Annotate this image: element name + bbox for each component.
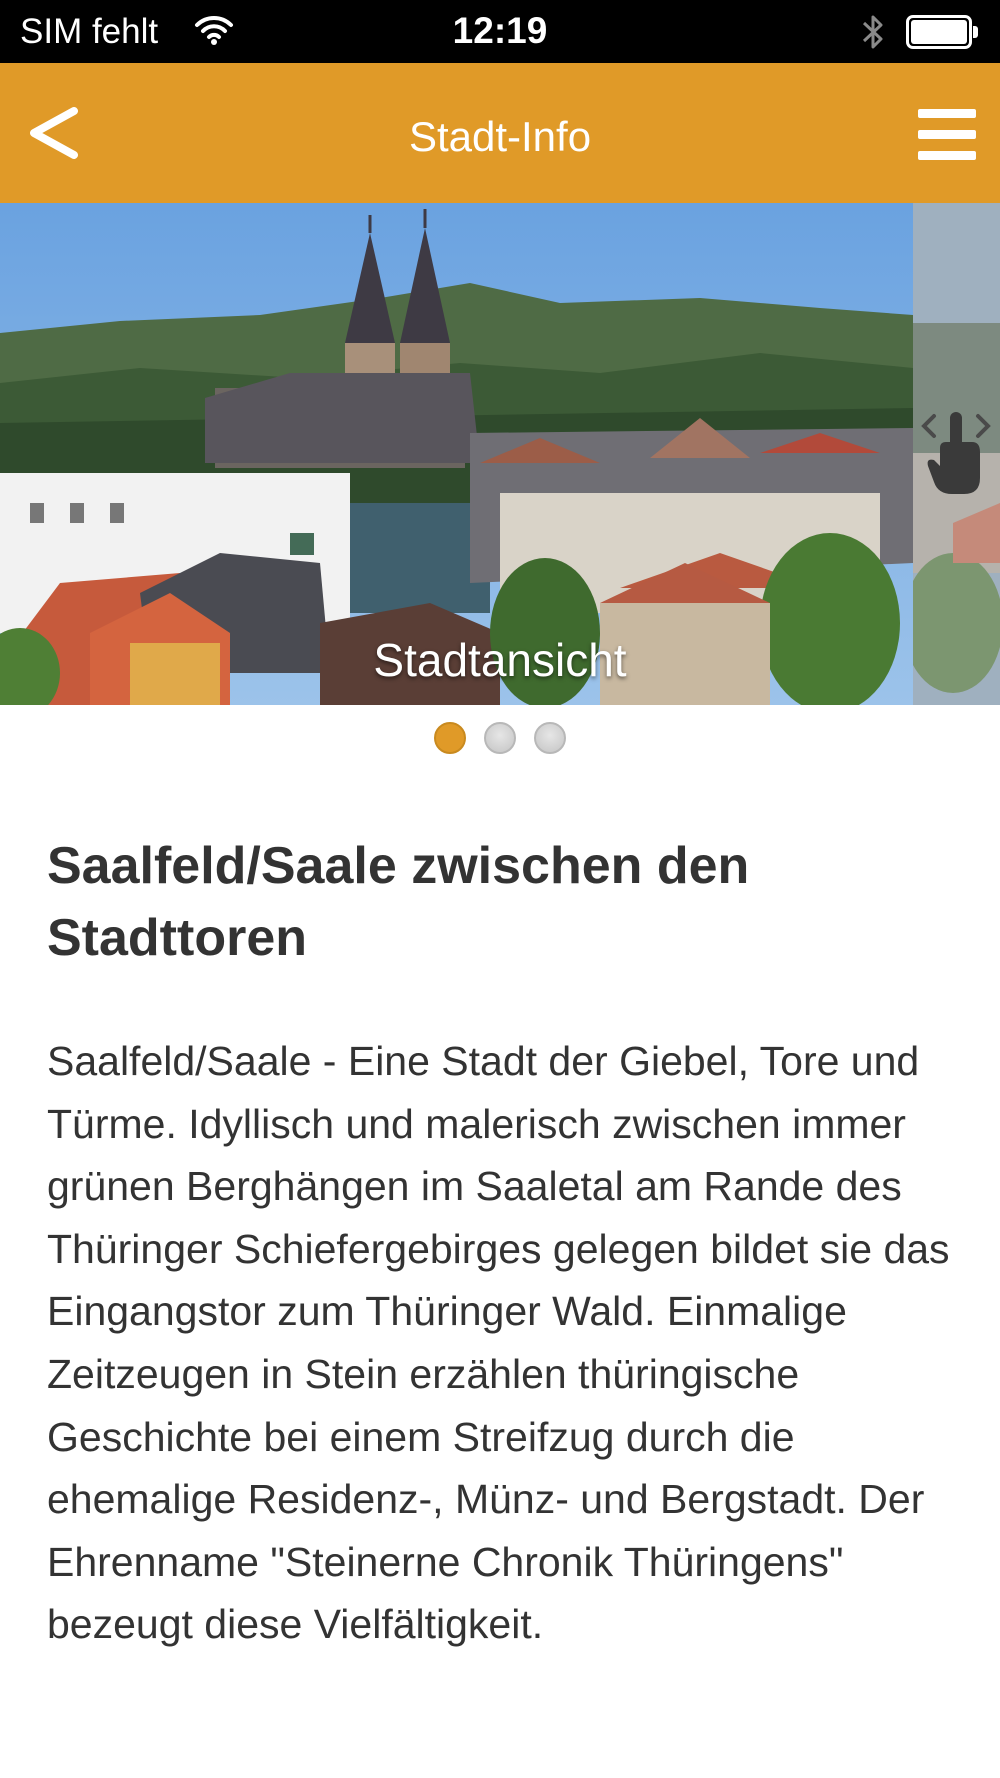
clock: 12:19 [452, 10, 548, 51]
page-dot-1[interactable] [434, 722, 466, 754]
page-dot-2[interactable] [484, 722, 516, 754]
status-bar: SIM fehlt 12:19 [0, 0, 1000, 63]
page-indicator [0, 722, 1000, 756]
article-title: Saalfeld/Saale zwischen den Stadttoren [47, 837, 750, 967]
article-body: Saalfeld/Saale - Eine Stadt der Giebel, … [47, 1038, 950, 1648]
hamburger-menu-icon[interactable] [918, 109, 976, 161]
page-dot-3[interactable] [534, 722, 566, 754]
swipe-hand-icon [921, 412, 991, 494]
image-carousel[interactable]: Stadtansicht [0, 203, 1000, 705]
bluetooth-icon [862, 15, 883, 49]
city-view-image [0, 203, 913, 705]
slide-caption: Stadtansicht [373, 634, 627, 686]
nav-bar: Stadt-Info [0, 63, 1000, 203]
battery-icon [906, 15, 978, 49]
stadt-info-screen: SIM fehlt 12:19 Stadt-Info Stadtansicht … [0, 0, 1000, 1778]
page-title: Stadt-Info [408, 113, 592, 160]
